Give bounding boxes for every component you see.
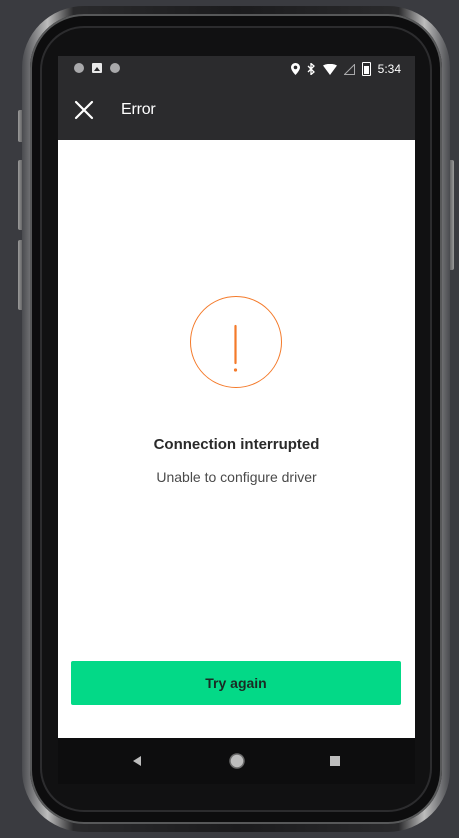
image-notification-icon (92, 63, 102, 73)
system-nav-bar (58, 738, 415, 784)
close-icon (74, 100, 94, 120)
status-system-icons: 5:34 (290, 61, 401, 77)
app-bar: Error (58, 82, 415, 140)
location-icon (290, 63, 300, 75)
error-content: Connection interrupted Unable to configu… (58, 140, 415, 738)
bluetooth-icon (307, 63, 315, 75)
battery-icon (361, 62, 371, 76)
back-triangle-icon (133, 756, 141, 766)
recent-square-icon (330, 756, 340, 766)
exclamation-mark-icon (233, 324, 238, 372)
home-circle-icon (229, 753, 245, 769)
status-time: 5:34 (377, 62, 401, 76)
try-again-button[interactable]: Try again (71, 661, 401, 705)
status-notifications (74, 63, 120, 73)
error-message: Unable to configure driver (156, 469, 317, 485)
nav-recent-button[interactable] (322, 748, 348, 774)
exclamation-circle-icon (190, 296, 282, 388)
page-title: Error (121, 101, 156, 118)
status-bar: 5:34 (58, 56, 415, 82)
nav-home-button[interactable] (224, 748, 250, 774)
error-title: Connection interrupted (153, 436, 320, 453)
screen: 5:34 Error Connection interrupted Unable… (58, 56, 415, 738)
circle-notification-icon (74, 63, 84, 73)
circle-notification-icon (110, 63, 120, 73)
nav-back-button[interactable] (124, 748, 150, 774)
device-frame: 5:34 Error Connection interrupted Unable… (0, 0, 459, 838)
wifi-icon (322, 63, 337, 75)
close-button[interactable] (68, 94, 100, 126)
signal-icon (343, 63, 355, 75)
